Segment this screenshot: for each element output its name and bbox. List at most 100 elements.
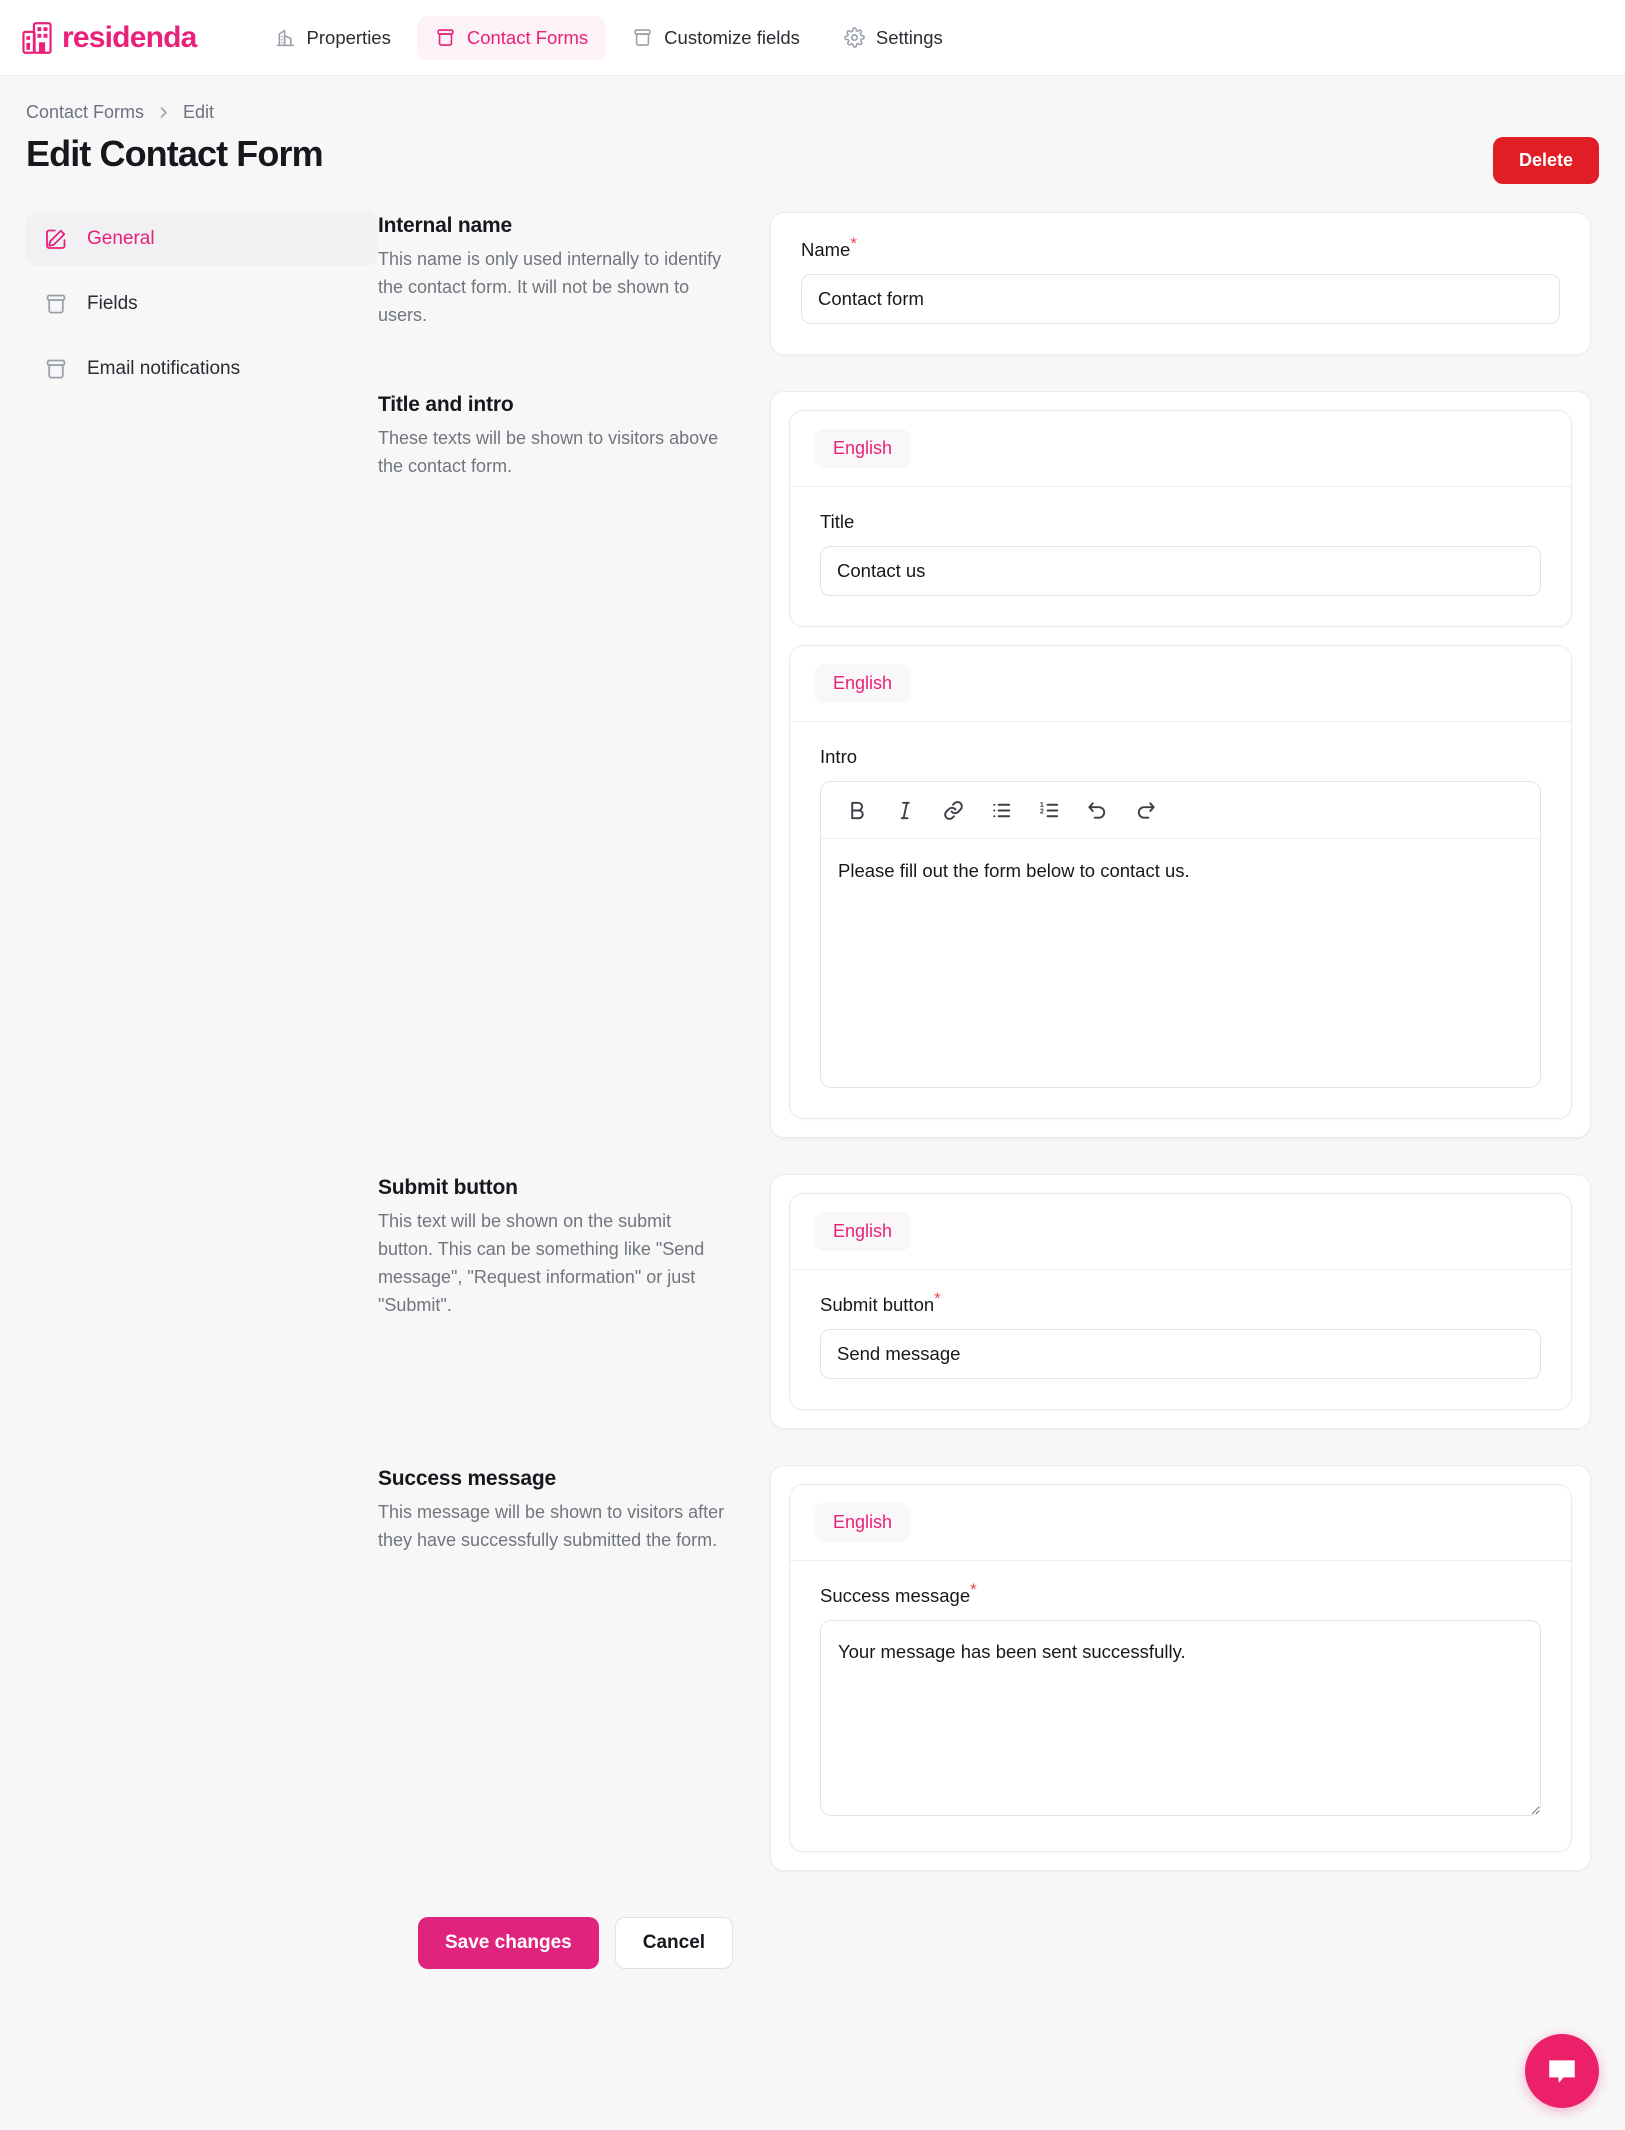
app-page: residenda Properties Contact Forms Custo… — [0, 0, 1625, 2130]
required-asterisk: * — [970, 1579, 977, 1599]
submit-language-card: English Submit button* — [789, 1193, 1572, 1410]
nav-label-settings: Settings — [875, 26, 943, 48]
link-button[interactable] — [933, 792, 973, 828]
section-success-message: Success message This message will be sho… — [378, 1465, 1591, 1871]
nav-label-contact-forms: Contact Forms — [466, 26, 589, 48]
title-input[interactable] — [820, 546, 1541, 596]
title-field-wrapper: Title — [790, 487, 1571, 626]
brand-logo[interactable]: residenda — [22, 20, 197, 54]
section-title: Submit button — [378, 1176, 518, 1199]
svg-text:2: 2 — [1039, 807, 1043, 815]
submit-button-input[interactable] — [820, 1329, 1541, 1379]
breadcrumb-current: Edit — [183, 102, 215, 122]
name-field-label: Name* — [801, 233, 857, 260]
chat-widget-button[interactable] — [1525, 2034, 1599, 2108]
intro-field-label: Intro — [820, 746, 858, 767]
page-content: Contact Forms Edit Edit Contact Form Del… — [0, 76, 1625, 2009]
section-title-and-intro: Title and intro These texts will be show… — [378, 391, 1591, 1138]
building-chart-icon — [276, 29, 294, 47]
nav-label-customize-fields: Customize fields — [664, 26, 800, 48]
bold-icon — [850, 801, 864, 819]
section-title: Title and intro — [378, 393, 514, 416]
italic-button[interactable] — [885, 792, 925, 828]
title-field-label: Title — [820, 511, 855, 532]
section-subtitle: These texts will be shown to visitors ab… — [378, 428, 719, 476]
breadcrumb-parent[interactable]: Contact Forms — [26, 102, 144, 123]
redo-button[interactable] — [1125, 792, 1165, 828]
name-input[interactable] — [801, 274, 1560, 324]
sidebar-item-fields[interactable]: Fields — [26, 277, 378, 331]
bullet-list-button[interactable] — [981, 792, 1021, 828]
bold-button[interactable] — [837, 792, 877, 828]
section-subtitle: This name is only used internally to ide… — [378, 249, 722, 325]
section-description-submit-button: Submit button This text will be shown on… — [378, 1174, 770, 1320]
language-tab-english[interactable]: English — [814, 664, 912, 703]
rich-text-editor: 1 2 Please fill out the form below to co… — [820, 781, 1541, 1088]
success-field-label: Success message* — [820, 1579, 977, 1606]
chevron-right-icon — [160, 107, 167, 118]
page-header: Edit Contact Form Delete — [26, 133, 1599, 184]
chat-bubble-icon — [1549, 2060, 1575, 2084]
intro-field-wrapper: Intro 1 2 Please fill out the form below… — [790, 722, 1571, 1118]
brand-name: residenda — [62, 20, 197, 54]
delete-button[interactable]: Delete — [1492, 137, 1599, 184]
intro-language-card: English Intro 1 2 Please fill out the fo… — [789, 645, 1572, 1119]
building-icon — [22, 21, 52, 54]
title-language-tabs: English — [790, 411, 1571, 487]
sidebar-label-fields: Fields — [87, 293, 138, 314]
gear-icon — [844, 27, 865, 48]
archive-box-icon — [437, 29, 454, 46]
redo-icon — [1137, 801, 1155, 819]
section-subtitle: This message will be shown to visitors a… — [378, 1502, 725, 1550]
nav-item-customize-fields[interactable]: Customize fields — [614, 16, 818, 60]
required-asterisk: * — [850, 233, 857, 253]
nav-item-contact-forms[interactable]: Contact Forms — [416, 15, 607, 60]
intro-editor-content[interactable]: Please fill out the form below to contac… — [821, 839, 1540, 1087]
page-title: Edit Contact Form — [26, 133, 324, 174]
section-description-title-intro: Title and intro These texts will be show… — [378, 391, 770, 481]
pencil-square-icon — [46, 229, 66, 249]
language-tab-english[interactable]: English — [814, 1503, 912, 1542]
undo-icon — [1087, 801, 1105, 819]
settings-main: Internal name This name is only used int… — [378, 212, 1599, 1907]
sidebar-label-general: General — [87, 228, 155, 249]
nav-item-settings[interactable]: Settings — [826, 16, 961, 60]
success-field-wrapper: Success message* Your message has been s… — [790, 1561, 1571, 1851]
success-message-card: English Success message* Your message ha… — [770, 1465, 1591, 1871]
archive-box-icon — [634, 29, 651, 46]
section-body-submit-button: English Submit button* — [770, 1174, 1591, 1429]
section-description-success-message: Success message This message will be sho… — [378, 1465, 770, 1555]
intro-language-tabs: English — [790, 646, 1571, 722]
form-actions: Save changes Cancel — [418, 1917, 1599, 2009]
sidebar-item-general[interactable]: General — [26, 212, 378, 266]
section-body-title-intro: English Title English — [770, 391, 1591, 1138]
settings-sidebar: General Fields Email notifications — [26, 212, 378, 396]
breadcrumb: Contact Forms Edit — [26, 76, 1599, 123]
title-intro-card: English Title English — [770, 391, 1591, 1138]
language-tab-english[interactable]: English — [814, 429, 912, 468]
sidebar-label-email-notifications: Email notifications — [87, 358, 241, 379]
link-icon — [943, 800, 963, 820]
success-message-textarea[interactable]: Your message has been sent successfully. — [820, 1620, 1541, 1816]
submit-button-card: English Submit button* — [770, 1174, 1591, 1429]
internal-name-card: Name* — [770, 212, 1591, 355]
italic-icon — [900, 801, 910, 819]
section-body-internal-name: Name* — [770, 212, 1591, 355]
section-internal-name: Internal name This name is only used int… — [378, 212, 1591, 355]
success-language-tabs: English — [790, 1485, 1571, 1561]
section-subtitle: This text will be shown on the submit bu… — [378, 1211, 705, 1315]
submit-field-label: Submit button* — [820, 1288, 941, 1315]
save-changes-button[interactable]: Save changes — [418, 1917, 599, 1969]
section-title: Internal name — [378, 214, 512, 237]
numbered-list-button[interactable]: 1 2 — [1029, 792, 1069, 828]
undo-button[interactable] — [1077, 792, 1117, 828]
section-body-success-message: English Success message* Your message ha… — [770, 1465, 1591, 1871]
top-navigation-bar: residenda Properties Contact Forms Custo… — [0, 0, 1625, 76]
title-language-card: English Title — [789, 410, 1572, 627]
rich-text-toolbar: 1 2 — [821, 782, 1540, 839]
nav-item-properties[interactable]: Properties — [257, 16, 409, 60]
language-tab-english[interactable]: English — [814, 1212, 912, 1251]
sidebar-item-email-notifications[interactable]: Email notifications — [26, 342, 378, 396]
numbered-list-icon: 1 2 — [1039, 801, 1058, 817]
cancel-button[interactable]: Cancel — [614, 1917, 734, 1969]
